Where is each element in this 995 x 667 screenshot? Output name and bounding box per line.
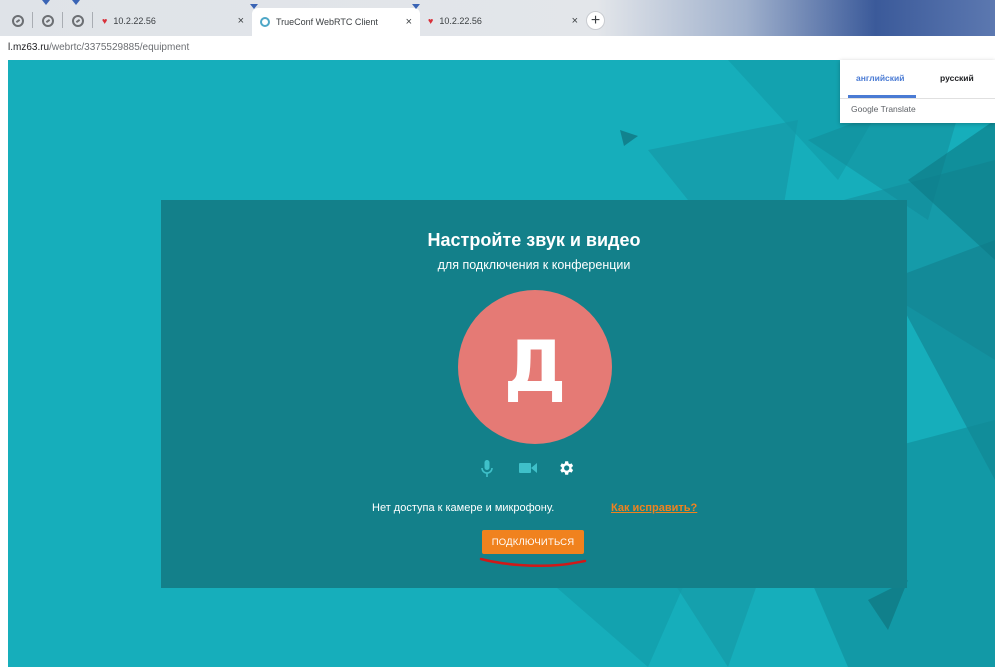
tab-third[interactable]: ♥ 10.2.22.56 × — [420, 8, 586, 34]
globe-icon — [12, 15, 24, 27]
tab-label: 10.2.22.56 — [439, 16, 482, 26]
tab-label: TrueConf WebRTC Client — [276, 17, 378, 27]
tab-first[interactable]: ♥ 10.2.22.56 × — [94, 8, 252, 34]
setup-card: Настройте звук и видео для подключения к… — [161, 200, 907, 588]
red-annotation-underline — [479, 557, 587, 567]
translate-popup: английский русский Google Translate — [840, 60, 995, 123]
tab-label: 10.2.22.56 — [113, 16, 156, 26]
tab-separator — [62, 12, 63, 28]
page-background: Настройте звук и видео для подключения к… — [8, 60, 995, 667]
heart-icon: ♥ — [102, 16, 108, 26]
mic-icon[interactable] — [481, 460, 493, 478]
gear-icon[interactable] — [557, 459, 575, 477]
tab-separator — [92, 12, 93, 28]
globe-icon — [72, 15, 84, 27]
close-icon[interactable]: × — [572, 15, 578, 27]
browser-tab-strip: ♥ 10.2.22.56 × TrueConf WebRTC Client × … — [0, 0, 995, 40]
trueconf-icon — [260, 17, 270, 27]
translate-brand: Google Translate — [851, 104, 916, 114]
active-tab-indicator — [848, 95, 916, 98]
tab-separator — [32, 12, 33, 28]
translate-tab-russian[interactable]: русский — [940, 73, 974, 83]
pinned-tab[interactable] — [36, 0, 60, 34]
heart-icon: ♥ — [428, 16, 434, 26]
tab-trueconf[interactable]: TrueConf WebRTC Client × — [252, 8, 420, 36]
translate-language-tabs: английский русский — [840, 60, 995, 99]
card-subtitle: для подключения к конференции — [437, 258, 631, 272]
connect-button[interactable]: подключиться — [482, 530, 584, 554]
globe-icon — [42, 15, 54, 27]
close-icon[interactable]: × — [238, 15, 244, 27]
translate-tab-english[interactable]: английский — [856, 73, 904, 83]
avatar-letter: Д — [503, 326, 567, 408]
avatar: Д — [458, 290, 612, 444]
pin-indicator-icon — [42, 0, 50, 5]
pinned-tab[interactable] — [6, 8, 30, 34]
pin-indicator-icon — [72, 0, 80, 5]
url-host: l.mz63.ru — [8, 42, 50, 53]
close-icon[interactable]: × — [406, 16, 412, 28]
url-path: /webrtc/3375529885/equipment — [49, 42, 190, 53]
pin-indicator-icon — [412, 4, 420, 9]
camera-icon[interactable] — [519, 462, 537, 474]
device-controls — [161, 458, 907, 480]
no-access-warning: Нет доступа к камере и микрофону. — [372, 502, 555, 514]
how-to-fix-link[interactable]: Как исправить? — [611, 502, 697, 514]
new-tab-button[interactable]: + — [586, 11, 605, 30]
address-bar[interactable]: l.mz63.ru/webrtc/3375529885/equipment — [0, 36, 995, 60]
pinned-tab[interactable] — [66, 0, 90, 34]
card-title: Настройте звук и видео — [427, 230, 641, 250]
